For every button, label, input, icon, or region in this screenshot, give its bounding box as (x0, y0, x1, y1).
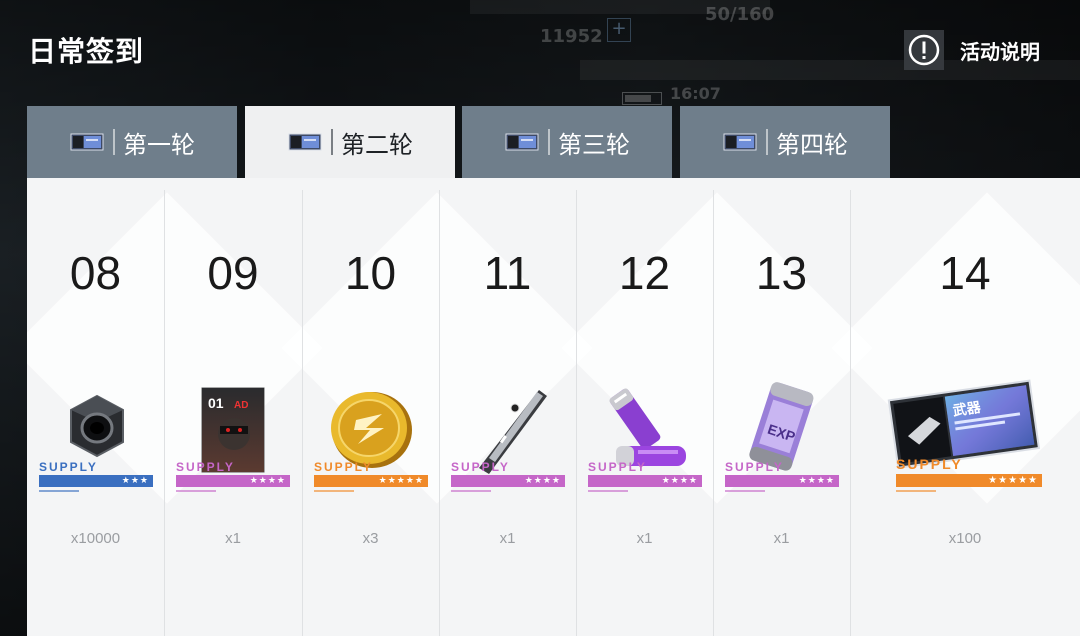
tab-separator (331, 129, 333, 155)
event-info-label: 活动说明 (960, 39, 1040, 64)
day-number: 09 (207, 247, 259, 299)
supply-text: SUPPLY (39, 460, 98, 474)
reward-quantity: x1 (773, 530, 790, 547)
reward-day-10[interactable]: 10 SUPPLY ★★★★★ x3 (302, 190, 440, 636)
supply-text: SUPPLY (451, 460, 510, 474)
rarity-ticks (588, 487, 628, 492)
rarity-ticks (176, 487, 216, 492)
ticket-icon (70, 133, 104, 151)
ticket-icon (288, 133, 322, 151)
tab-label: 第三轮 (558, 130, 630, 159)
supply-text: SUPPLY (725, 460, 784, 474)
tab-round-3[interactable]: 第三轮 (462, 106, 672, 178)
event-info-button[interactable]: 活动说明 (904, 28, 1040, 72)
day-number: 12 (618, 247, 671, 299)
rarity-stars: ★★★★ (249, 476, 286, 486)
tab-round-1[interactable]: 第一轮 (27, 106, 237, 178)
tab-label: 第四轮 (776, 130, 848, 159)
day-number: 08 (69, 247, 122, 299)
supply-badge: SUPPLY ★★★★ (176, 460, 290, 492)
rarity-stars: ★★★★★ (988, 475, 1038, 486)
background-currency: 11952 (540, 26, 603, 47)
background-plus-icon: + (607, 18, 631, 42)
ticket-icon (505, 133, 539, 151)
reward-quantity: x3 (362, 530, 379, 547)
page-title: 日常签到 (28, 35, 145, 68)
svg-text:AD: AD (234, 400, 248, 411)
reward-quantity: x1 (225, 530, 241, 547)
reward-quantity: x100 (948, 530, 982, 547)
reward-day-08[interactable]: 08 SUPPLY ★★★ x10000 (27, 190, 165, 636)
supply-badge: SUPPLY ★★★★★ (896, 456, 1042, 492)
supply-text: SUPPLY (896, 456, 963, 472)
day-number: 13 (755, 247, 808, 299)
supply-badge: SUPPLY ★★★ (39, 460, 153, 492)
supply-text: SUPPLY (314, 460, 373, 474)
background-battery-icon (622, 92, 662, 105)
supply-badge: SUPPLY ★★★★ (451, 460, 565, 492)
supply-badge: SUPPLY ★★★★ (725, 460, 839, 492)
day-number: 10 (344, 247, 397, 299)
rarity-stars: ★★★ (121, 476, 149, 486)
tab-round-2[interactable]: 第二轮 (245, 106, 455, 178)
day-number: 14 (939, 247, 991, 299)
svg-text:01: 01 (208, 395, 224, 411)
reward-quantity: x1 (636, 530, 653, 547)
sign-in-panel: 08 SUPPLY ★★★ x10000 09 01 AD SUPPLY ★★★… (27, 178, 1080, 636)
rarity-ticks (451, 487, 491, 492)
background-stamina: 50/160 (705, 4, 775, 25)
rarity-stars: ★★★★ (661, 476, 698, 486)
reward-day-14[interactable]: 14 武器 SUPPLY ★★★★★ x100 (850, 190, 1080, 636)
reward-day-11[interactable]: 11 SUPPLY ★★★★ x1 (439, 190, 577, 636)
tab-separator (548, 129, 550, 155)
day-number: 11 (483, 247, 532, 299)
ticket-icon (723, 133, 757, 151)
background-time: 16:07 (670, 84, 721, 103)
tab-separator (113, 129, 115, 155)
supply-badge: SUPPLY ★★★★★ (314, 460, 428, 492)
supply-badge: SUPPLY ★★★★ (588, 460, 702, 492)
tab-separator (766, 129, 768, 155)
rarity-stars: ★★★★ (524, 476, 561, 486)
tab-label: 第一轮 (123, 130, 195, 159)
reward-quantity: x1 (499, 530, 516, 547)
reward-day-09[interactable]: 09 01 AD SUPPLY ★★★★ x1 (164, 190, 303, 636)
rarity-ticks (314, 487, 354, 492)
tab-label: 第二轮 (341, 130, 413, 159)
weapon-ticket-icon: 武器 (887, 379, 1041, 468)
info-icon (904, 30, 944, 70)
reward-quantity: x10000 (70, 530, 121, 547)
tab-round-4[interactable]: 第四轮 (680, 106, 890, 178)
supply-text: SUPPLY (176, 460, 235, 474)
reward-day-13[interactable]: 13 EXP SUPPLY ★★★★ x1 (713, 190, 851, 636)
rarity-ticks (39, 487, 79, 492)
supply-text: SUPPLY (588, 460, 647, 474)
rarity-ticks (896, 487, 936, 492)
rarity-stars: ★★★★ (798, 476, 835, 486)
reward-day-12[interactable]: 12 SUPPLY ★★★★ x1 (576, 190, 714, 636)
rarity-stars: ★★★★★ (378, 476, 424, 486)
rarity-ticks (725, 487, 765, 492)
